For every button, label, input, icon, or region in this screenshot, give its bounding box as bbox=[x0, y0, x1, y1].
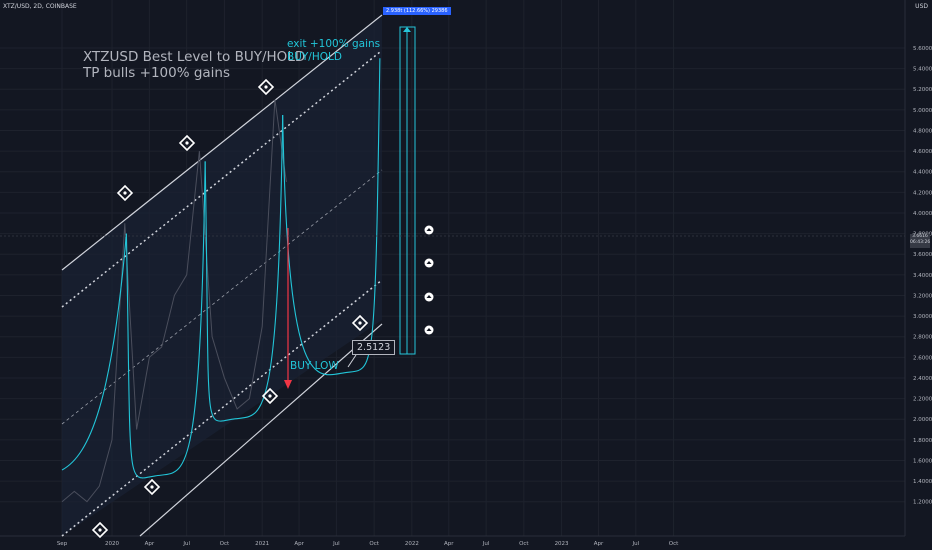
x-tick-label: 2020 bbox=[105, 541, 119, 547]
x-tick-label: Oct bbox=[519, 541, 529, 547]
last-price-time: 06:43:26 bbox=[910, 240, 931, 245]
y-tick-label: 4.2000 bbox=[913, 190, 932, 196]
y-tick-label: 4.6000 bbox=[913, 149, 932, 155]
x-tick-label: Oct bbox=[669, 541, 679, 547]
y-tick-label: 1.6000 bbox=[913, 458, 932, 464]
x-tick-label: Apr bbox=[294, 541, 304, 547]
exit-line-2: BUY/HOLD bbox=[287, 51, 342, 63]
y-tick-label: 5.6000 bbox=[913, 46, 932, 52]
y-tick-label: 1.4000 bbox=[913, 479, 932, 485]
y-tick-label: 1.2000 bbox=[913, 500, 932, 506]
y-tick-label: 5.2000 bbox=[913, 87, 932, 93]
y-tick-label: 1.8000 bbox=[913, 438, 932, 444]
x-tick-label: Jul bbox=[182, 541, 190, 547]
level-badge: 2.5123 bbox=[352, 340, 396, 355]
x-tick-label: Apr bbox=[145, 541, 155, 547]
y-tick-label: 4.0000 bbox=[913, 211, 932, 217]
x-tick-label: Jul bbox=[631, 541, 639, 547]
y-tick-label: 3.2000 bbox=[913, 293, 932, 299]
diamond-marker-dot bbox=[98, 528, 102, 532]
measure-label: 2.938t (112.66%) 29386 bbox=[383, 7, 451, 15]
y-tick-label: 2.8000 bbox=[913, 335, 932, 341]
exit-line-1: exit +100% gains bbox=[287, 38, 381, 50]
headline-line-1: XTZUSD Best Level to BUY/HOLD bbox=[83, 49, 306, 65]
diamond-marker-dot bbox=[358, 321, 362, 325]
x-tick-label: Jul bbox=[332, 541, 340, 547]
diamond-marker-dot bbox=[123, 191, 127, 195]
last-price-tag: 3.6616 06:43:26 bbox=[910, 234, 930, 248]
y-tick-label: 4.4000 bbox=[913, 170, 932, 176]
y-tick-label: 2.2000 bbox=[913, 397, 932, 403]
y-tick-label: 2.0000 bbox=[913, 417, 932, 423]
exit-annotation: exit +100% gains BUY/HOLD bbox=[287, 38, 380, 64]
y-tick-label: 3.6000 bbox=[913, 252, 932, 258]
diamond-marker-dot bbox=[185, 141, 189, 145]
y-tick-label: 3.4000 bbox=[913, 273, 932, 279]
y-tick-label: 3.0000 bbox=[913, 314, 932, 320]
currency-label: USD bbox=[915, 3, 928, 10]
x-tick-label: 2023 bbox=[555, 541, 569, 547]
price-chart[interactable]: 5.6000 5.4000 5.2000 5.0000 4.8000 4.6000 4.40… bbox=[0, 0, 932, 550]
x-tick-label: Apr bbox=[594, 541, 604, 547]
chart-root: 5.6000 5.4000 5.2000 5.0000 4.8000 4.6000 4.40… bbox=[0, 0, 932, 550]
y-tick-label: 2.4000 bbox=[913, 376, 932, 382]
headline-line-2: TP bulls +100% gains bbox=[83, 65, 231, 81]
x-tick-label: Oct bbox=[369, 541, 379, 547]
x-tick-label: 2022 bbox=[405, 541, 419, 547]
y-tick-label: 2.6000 bbox=[913, 355, 932, 361]
x-tick-label: Oct bbox=[220, 541, 230, 547]
channel-fill bbox=[62, 15, 382, 536]
x-tick-label: Sep bbox=[57, 541, 68, 547]
headline-annotation: XTZUSD Best Level to BUY/HOLD TP bulls +… bbox=[83, 49, 305, 81]
symbol-label: XTZ/USD, 2D, COINBASE bbox=[3, 3, 77, 10]
diamond-marker-dot bbox=[150, 485, 154, 489]
buy-low-annotation: BUY LOW bbox=[290, 360, 339, 372]
x-tick-label: 2021 bbox=[255, 541, 269, 547]
diamond-marker-dot bbox=[268, 394, 272, 398]
y-tick-label: 5.0000 bbox=[913, 108, 932, 114]
x-tick-label: Jul bbox=[482, 541, 490, 547]
x-tick-label: Apr bbox=[444, 541, 454, 547]
y-tick-label: 5.4000 bbox=[913, 67, 932, 73]
measure-arrow-head bbox=[403, 27, 411, 32]
badge-pointer bbox=[347, 354, 357, 368]
diamond-marker-dot bbox=[264, 85, 268, 89]
y-tick-label: 4.8000 bbox=[913, 128, 932, 134]
